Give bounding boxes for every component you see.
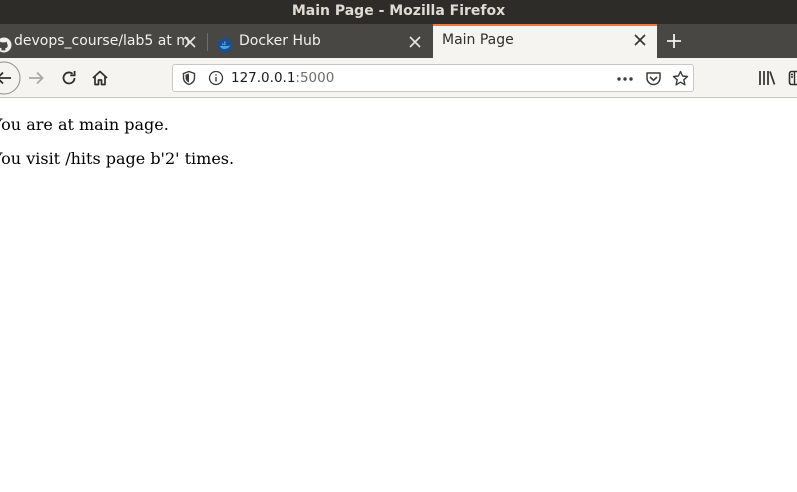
sidebar-icon [788,70,797,86]
reload-icon [62,71,76,85]
tab-github[interactable]: devops_course/lab5 at m [0,26,206,58]
tab-label: Main Page [442,32,514,48]
address-bar[interactable]: 127.0.0.1:5000 [172,64,694,92]
page-actions-icon[interactable] [616,71,634,87]
back-arrow-icon [0,61,21,95]
pocket-icon[interactable] [645,70,662,87]
close-tab-icon[interactable] [632,26,648,56]
home-icon [92,70,108,86]
tab-docker-hub[interactable]: Docker Hub [208,26,432,58]
page-content: You are at main page. You visit /hits pa… [0,98,797,492]
library-button[interactable] [758,69,776,87]
tab-label: Docker Hub [239,33,321,49]
tab-strip: devops_course/lab5 at m Docker Hub Main … [0,24,797,58]
library-icon [759,71,776,85]
sidebar-button[interactable] [788,69,797,87]
nav-toolbar: 127.0.0.1:5000 [0,58,797,98]
window-titlebar: Main Page - Mozilla Firefox [0,0,797,24]
hits-count-message: You visit /hits page b'2' times. [0,149,235,168]
window-title: Main Page - Mozilla Firefox [291,3,506,19]
url-host: 127.0.0.1 [231,70,296,86]
docker-icon [217,34,233,53]
site-info-icon[interactable] [208,70,224,86]
back-button[interactable] [0,61,21,95]
github-icon [0,34,12,53]
forward-arrow-icon [29,71,44,85]
new-tab-button[interactable] [664,31,684,51]
plus-icon [667,34,681,48]
main-page-message: You are at main page. [0,115,169,134]
tracking-protection-icon[interactable] [181,70,197,86]
home-button[interactable] [90,68,110,88]
url-text[interactable]: 127.0.0.1:5000 [231,65,334,91]
close-tab-icon[interactable] [407,26,423,58]
bookmark-star-icon[interactable] [672,70,689,87]
url-port: :5000 [295,70,335,86]
forward-button[interactable] [26,68,46,88]
tab-label: devops_course/lab5 at m [14,33,190,49]
close-tab-icon[interactable] [182,26,198,58]
reload-button[interactable] [59,68,79,88]
tab-main-page[interactable]: Main Page [433,24,657,58]
